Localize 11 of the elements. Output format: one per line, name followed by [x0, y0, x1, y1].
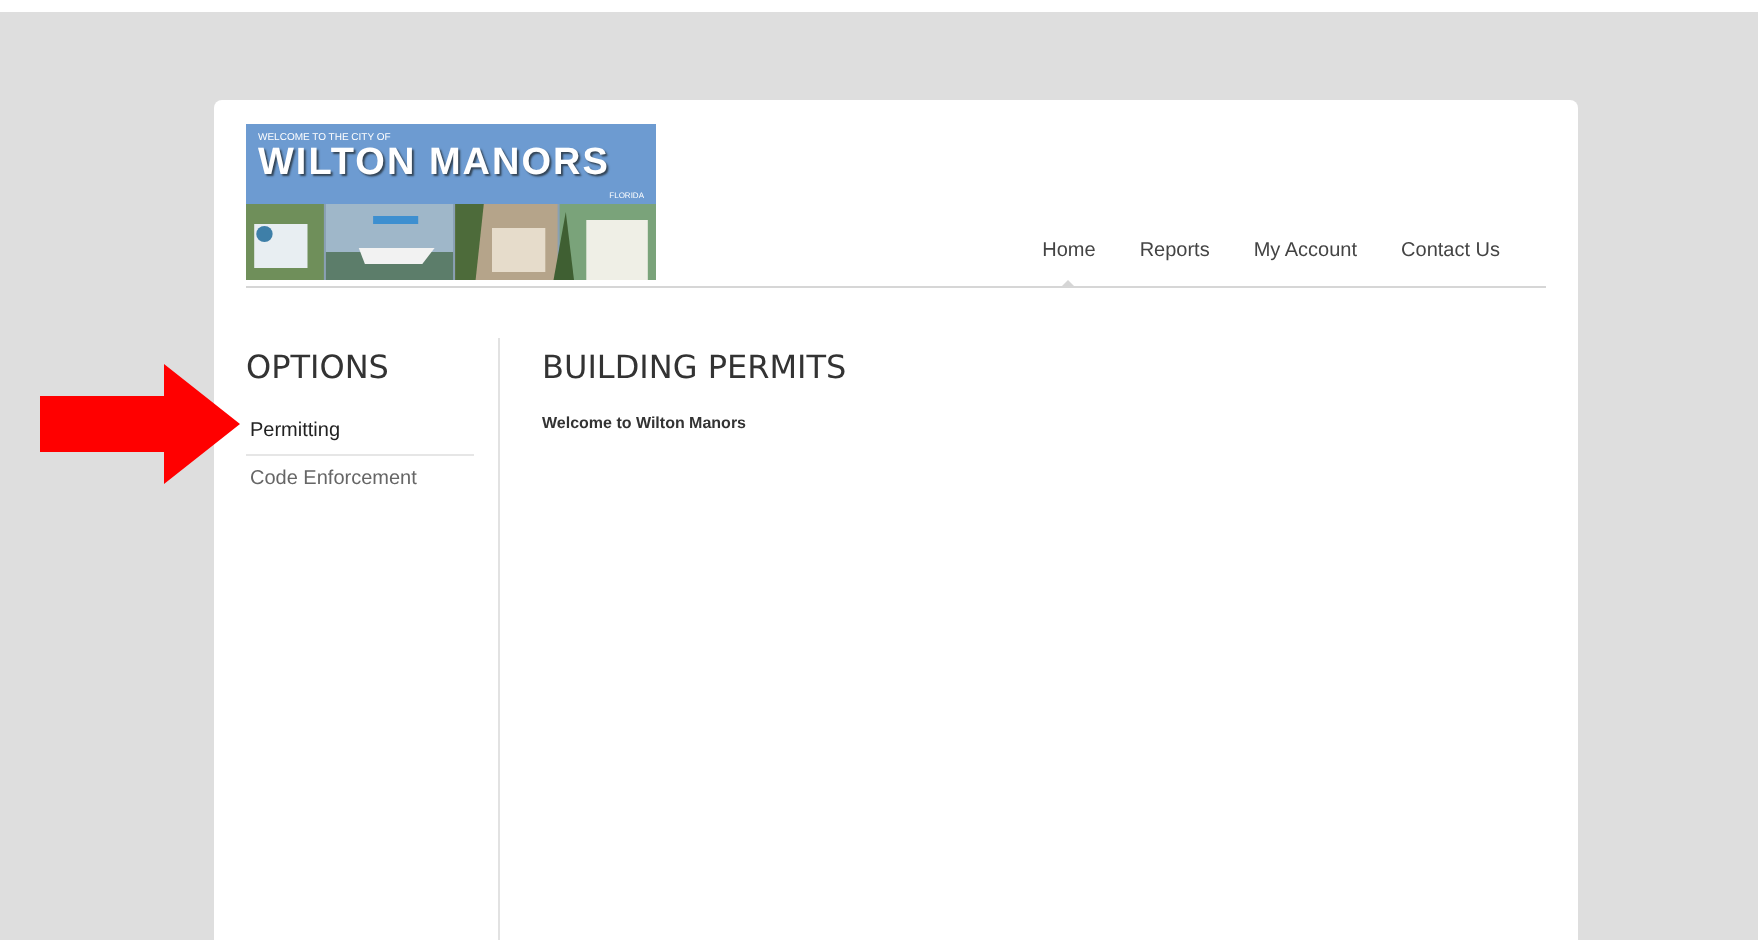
page-heading: BUILDING PERMITS	[542, 348, 847, 386]
sidebar-link[interactable]: Permitting	[246, 414, 474, 456]
arrow-icon	[40, 364, 240, 484]
nav-link[interactable]: Contact Us	[1379, 240, 1522, 286]
sidebar-heading: OPTIONS	[246, 348, 391, 386]
nav-link[interactable]: Home	[1020, 240, 1118, 286]
nav-link[interactable]: My Account	[1231, 240, 1380, 286]
welcome-text: Welcome to Wilton Manors	[542, 414, 749, 432]
nav-link[interactable]: Reports	[1117, 240, 1232, 286]
sidebar-link[interactable]: Code Enforcement	[246, 456, 474, 502]
logo-name: WILTON MANORS	[258, 144, 612, 182]
